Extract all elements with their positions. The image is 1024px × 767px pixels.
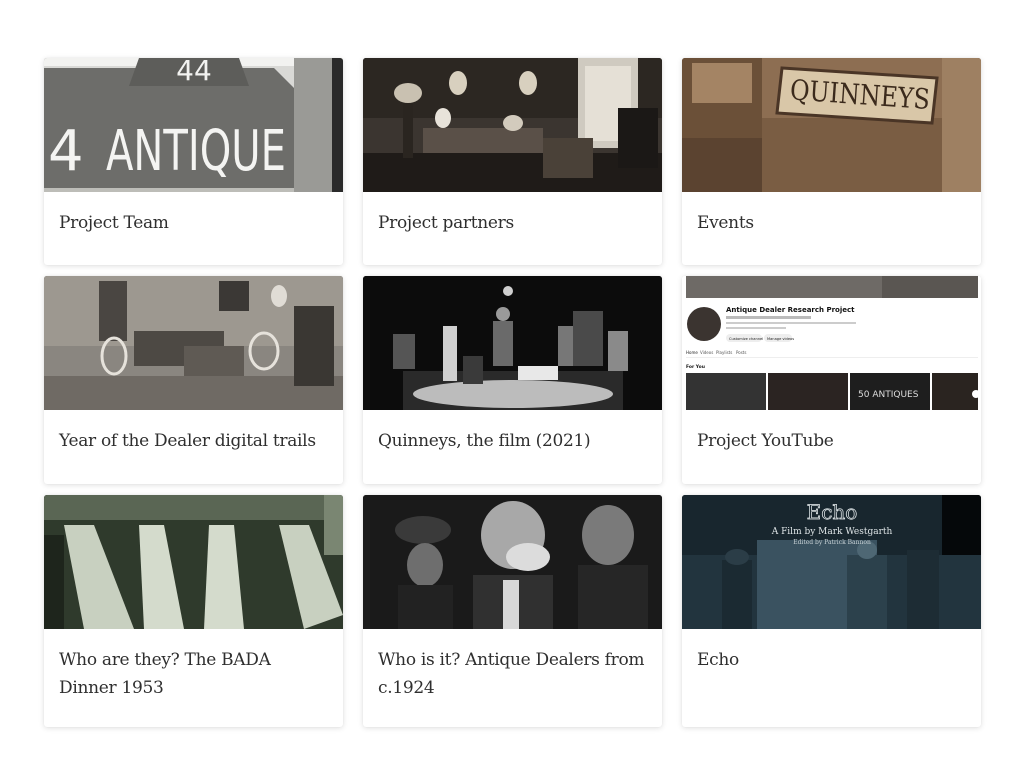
card-image: QUINNEYS [682,58,981,192]
card-title: Project YouTube [697,431,834,451]
card-image [44,276,343,410]
youtube-manage-button: Manage videos [767,337,794,341]
card-events[interactable]: QUINNEYS Events [682,58,981,265]
card-project-partners[interactable]: Project partners [363,58,662,265]
card-echo[interactable]: Echo A Film by Mark Westgarth Edited by … [682,495,981,727]
card-image [363,495,662,629]
echo-title-text: Echo [807,500,858,524]
youtube-tab-videos: Videos [700,350,713,355]
card-project-youtube[interactable]: Antique Dealer Research Project Customiz… [682,276,981,484]
card-title: Year of the Dealer digital trails [59,431,316,451]
youtube-channel-name: Antique Dealer Research Project [726,306,855,314]
card-image [363,58,662,192]
card-image: Antique Dealer Research Project Customiz… [682,276,981,410]
youtube-thumb-text: 50 ANTIQUES [858,390,919,400]
card-project-team[interactable]: 44 ANTIQUE 4 Project Team [44,58,343,265]
card-bada-dinner[interactable]: Who are they? The BADA Dinner 1953 [44,495,343,727]
card-image: 44 ANTIQUE 4 [44,58,343,192]
card-title: Project partners [378,213,514,233]
youtube-tab-posts: Posts [736,350,746,355]
youtube-section-title: For You [686,364,705,370]
card-title: Project Team [59,213,169,233]
youtube-customize-button: Customize channel [729,337,763,341]
card-title: Quinneys, the film (2021) [378,431,591,451]
card-image: Echo A Film by Mark Westgarth Edited by … [682,495,981,629]
card-image [363,276,662,410]
card-quinneys-film[interactable]: Quinneys, the film (2021) [363,276,662,484]
card-title: Echo [697,650,739,670]
image-sign-number: 4 [48,119,84,184]
youtube-tab-home: Home [686,350,698,355]
card-title: Who is it? Antique Dealers from c.1924 [378,650,645,698]
card-title: Who are they? The BADA Dinner 1953 [59,650,271,698]
card-antique-dealers-1924[interactable]: Who is it? Antique Dealers from c.1924 [363,495,662,727]
image-number: 44 [176,58,212,87]
echo-credit-line: A Film by Mark Westgarth [771,527,893,537]
card-year-of-the-dealer[interactable]: Year of the Dealer digital trails [44,276,343,484]
youtube-tab-playlists: Playlists [716,350,732,355]
card-grid: 44 ANTIQUE 4 Project Team Project partne… [44,58,982,727]
echo-edited-line: Edited by Patrick Bannon [793,539,871,546]
card-title: Events [697,213,754,233]
card-image [44,495,343,629]
image-sign-text: ANTIQUE [106,119,286,184]
